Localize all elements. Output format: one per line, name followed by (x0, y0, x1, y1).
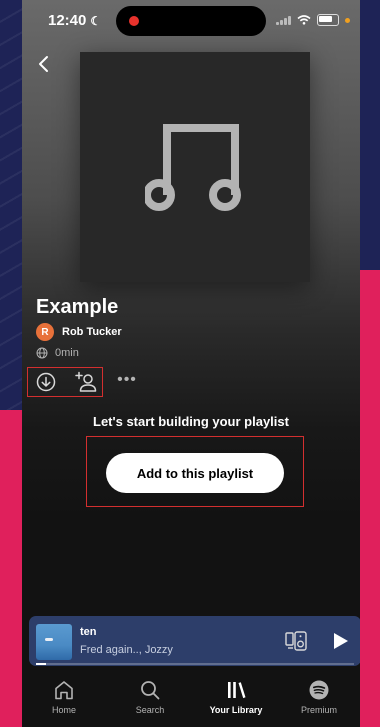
playback-progress (36, 663, 354, 665)
globe-icon (36, 347, 48, 359)
home-icon (55, 681, 73, 700)
dynamic-island (116, 6, 266, 36)
battery-icon (317, 14, 339, 26)
now-playing-artwork (36, 624, 72, 660)
backdrop-pattern (0, 0, 22, 420)
tab-premium-label: Premium (300, 705, 337, 715)
playlist-title: Example (36, 296, 119, 318)
tab-home-label: Home (51, 705, 76, 715)
owner-name: Rob Tucker (62, 326, 122, 338)
more-options-button[interactable]: ••• (116, 372, 138, 392)
status-indicators (276, 14, 350, 26)
spotify-logo-icon (309, 680, 329, 700)
status-time: 12:40 ☾ (48, 12, 101, 29)
playlist-duration: 0min (55, 347, 79, 359)
privacy-indicator-icon (345, 17, 350, 23)
tab-search-label: Search (135, 705, 165, 715)
backdrop-accent-left (0, 410, 22, 727)
music-note-icon (145, 124, 241, 211)
chevron-left-icon (39, 56, 48, 72)
tab-your-library[interactable]: Your Library (194, 678, 278, 715)
download-icon (36, 372, 56, 392)
search-icon (141, 681, 160, 700)
backdrop-accent-right (360, 270, 380, 727)
tab-your-library-label: Your Library (209, 705, 263, 715)
signal-icon (276, 15, 291, 25)
empty-state-prompt: Let's start building your playlist (93, 414, 289, 429)
playlist-owner[interactable]: R Rob Tucker (36, 323, 122, 341)
back-button[interactable] (32, 52, 56, 76)
playlist-meta: 0min (36, 347, 79, 359)
now-playing-artist: Fred again.., Jozzy (80, 644, 173, 656)
recording-indicator-icon (129, 16, 139, 26)
library-icon (228, 682, 246, 699)
tab-premium[interactable]: Premium (277, 678, 360, 715)
tab-home[interactable]: Home (22, 678, 106, 715)
bottom-tab-bar: Home Search Your Library Premium (22, 672, 360, 727)
tab-search[interactable]: Search (108, 678, 192, 715)
focus-moon-icon: ☾ (90, 13, 102, 28)
download-button[interactable] (36, 372, 56, 392)
mini-player[interactable]: ten Fred again.., Jozzy (29, 616, 360, 666)
wifi-icon (297, 15, 311, 25)
playlist-cover (80, 52, 310, 282)
more-horizontal-icon: ••• (117, 371, 137, 388)
playback-progress-fill (36, 663, 46, 665)
add-to-playlist-button[interactable]: Add to this playlist (106, 453, 284, 493)
add-collaborator-button[interactable] (74, 370, 98, 394)
add-user-icon (75, 371, 97, 392)
phone-screen: 12:40 ☾ Example R Rob Tucker 0min ••• Le… (22, 0, 360, 727)
avatar: R (36, 323, 54, 341)
device-speaker-icon (285, 631, 307, 651)
status-time-text: 12:40 (48, 12, 87, 29)
play-button[interactable] (329, 630, 351, 652)
status-bar: 12:40 ☾ (22, 0, 360, 40)
connect-device-button[interactable] (285, 630, 307, 652)
play-icon (334, 633, 348, 649)
now-playing-title: ten (80, 626, 97, 638)
